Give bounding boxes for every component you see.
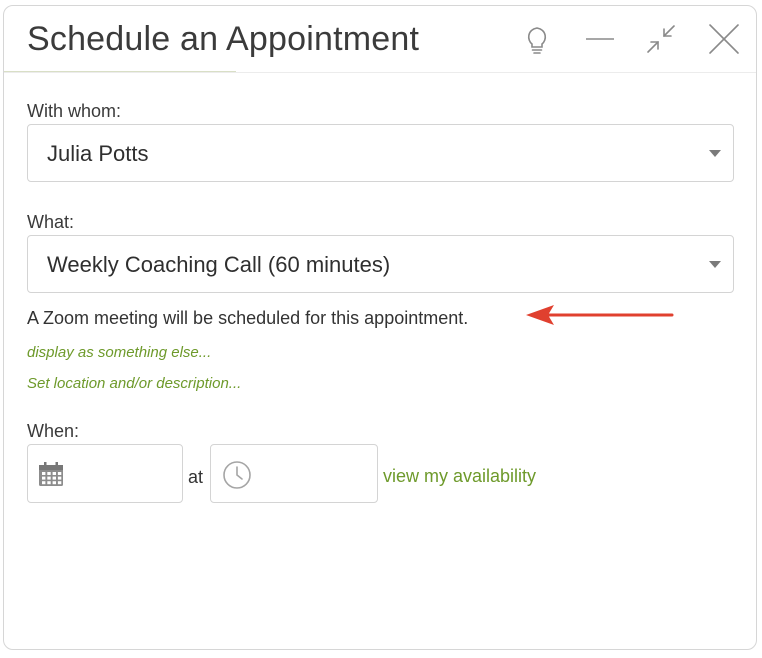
at-label: at [188,467,204,487]
with-whom-select[interactable]: Julia Potts [27,124,734,182]
time-input[interactable] [210,444,378,503]
with-whom-value: Julia Potts [47,141,149,166]
chevron-down-icon [709,150,721,157]
display-as-link[interactable]: display as something else... [27,344,211,361]
date-input[interactable] [27,444,183,503]
when-label: When: [27,421,80,441]
what-label: What: [27,212,75,232]
lightbulb-icon[interactable] [520,22,554,56]
set-location-link[interactable]: Set location and/or description... [27,375,241,392]
with-whom-label: With whom: [27,101,122,121]
zoom-notice: A Zoom meeting will be scheduled for thi… [27,308,469,328]
chevron-down-icon [709,261,721,268]
dialog-title: Schedule an Appointment [27,20,420,58]
view-availability-link[interactable]: view my availability [383,466,536,487]
schedule-appointment-dialog: Schedule an Appointment With whom: Julia… [3,5,757,650]
collapse-icon[interactable] [644,22,678,56]
clock-icon [222,460,252,490]
minimize-icon[interactable] [583,22,617,56]
dialog-header: Schedule an Appointment [4,6,756,73]
calendar-icon [38,461,64,487]
close-icon[interactable] [707,22,741,56]
header-accent-line [4,71,236,72]
annotation-arrow-icon [526,305,674,325]
what-value: Weekly Coaching Call (60 minutes) [47,252,391,277]
what-select[interactable]: Weekly Coaching Call (60 minutes) [27,235,734,293]
